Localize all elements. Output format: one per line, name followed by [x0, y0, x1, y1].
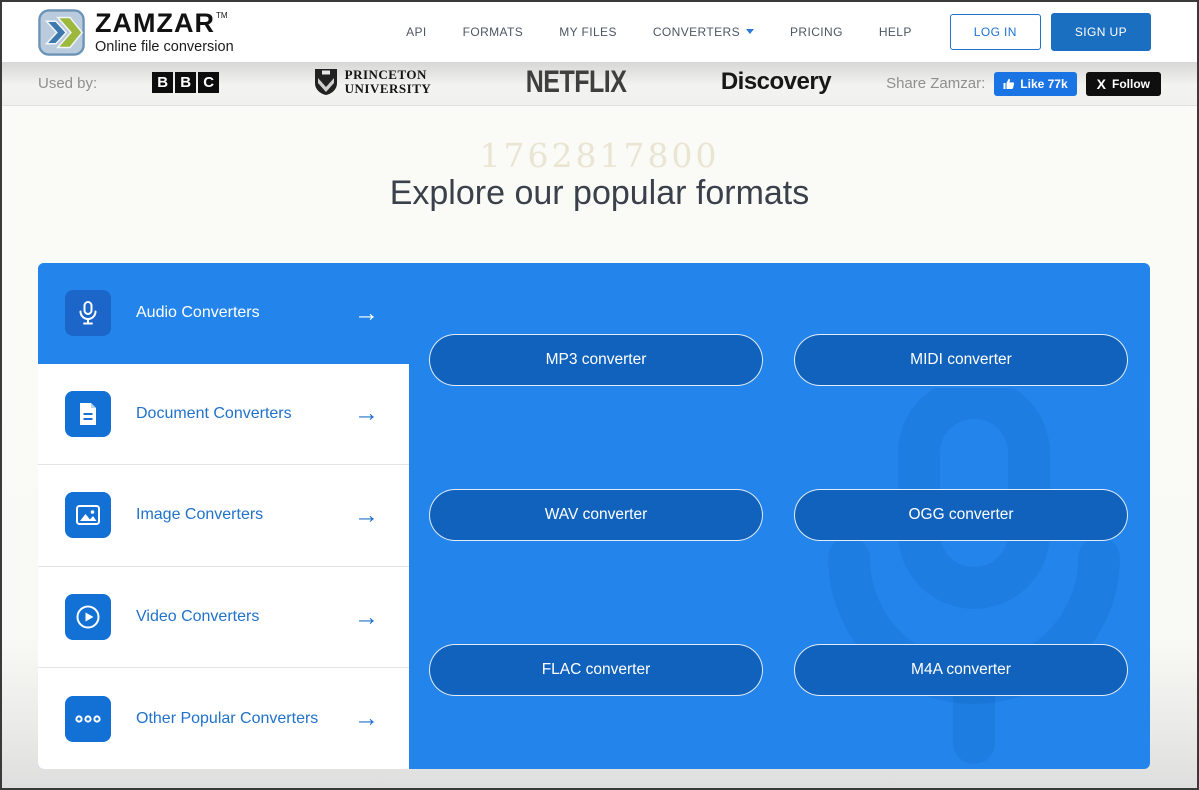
netflix-logo: NETFLIX: [525, 63, 627, 99]
sidebar-item-label: Video Converters: [136, 608, 260, 626]
arrow-right-icon: →: [354, 602, 379, 631]
x-logo-icon: X: [1096, 75, 1106, 92]
mp3-converter-button[interactable]: MP3 converter: [429, 334, 763, 386]
converter-categories-sidebar: Audio Converters → Document Converters →: [38, 263, 409, 769]
main-section: 1762817800 Explore our popular formats A…: [2, 106, 1197, 788]
share-zamzar: Share Zamzar: Like 77k X Follow: [886, 71, 1161, 96]
video-play-icon: [65, 594, 111, 641]
ellipsis-icon: [65, 695, 111, 742]
sidebar-item-image-converters[interactable]: Image Converters →: [38, 465, 409, 567]
microphone-icon: [65, 290, 111, 337]
princeton-shield-icon: [314, 69, 337, 95]
top-navbar: ZAMZAR TM Online file conversion API FOR…: [2, 2, 1197, 62]
sidebar-item-label: Image Converters: [136, 506, 264, 524]
nav-item-help[interactable]: HELP: [879, 25, 912, 39]
sidebar-item-label: Other Popular Converters: [136, 709, 319, 727]
wav-converter-button[interactable]: WAV converter: [429, 489, 763, 541]
nav-menu: API FORMATS MY FILES CONVERTERS PRICING …: [406, 25, 912, 39]
trademark-symbol: TM: [215, 10, 228, 20]
used-by-label: Used by:: [38, 75, 98, 92]
facebook-like-button[interactable]: Like 77k: [994, 71, 1077, 96]
arrow-right-icon: →: [354, 704, 379, 733]
zamzar-logo[interactable]: ZAMZAR TM Online file conversion: [38, 7, 234, 56]
like-count-label: Like 77k: [1020, 76, 1068, 91]
nav-item-converters[interactable]: CONVERTERS: [653, 25, 754, 39]
conversion-counter: 1762817800: [479, 136, 720, 175]
popular-formats-panel: Audio Converters → Document Converters →: [38, 263, 1150, 769]
bbc-logo: B B C: [152, 71, 220, 93]
chevron-down-icon: [746, 29, 754, 34]
arrow-right-icon: →: [354, 399, 379, 428]
converter-buttons-grid: MP3 converter MIDI converter WAV convert…: [409, 263, 1150, 696]
thumbs-up-icon: [1003, 78, 1015, 89]
sign-up-button[interactable]: SIGN UP: [1050, 13, 1151, 51]
princeton-text-line1: PRINCETON: [344, 66, 427, 82]
sidebar-item-audio-converters[interactable]: Audio Converters →: [38, 263, 409, 364]
princeton-text-line2: UNIVERSITY: [344, 81, 432, 96]
x-follow-button[interactable]: X Follow: [1085, 71, 1161, 96]
image-icon: [65, 492, 111, 539]
discovery-logo: Discovery: [720, 68, 832, 95]
zamzar-logo-icon: [38, 8, 85, 56]
sidebar-item-label: Audio Converters: [136, 304, 260, 322]
sidebar-item-other-popular-converters[interactable]: Other Popular Converters →: [38, 668, 409, 769]
used-by-bar: Used by: B B C PRINCETON UNIVERSITY NETF…: [2, 62, 1197, 106]
arrow-right-icon: →: [354, 500, 379, 529]
bbc-letter: C: [198, 71, 220, 93]
nav-item-pricing[interactable]: PRICING: [790, 25, 843, 39]
brand-tagline: Online file conversion: [95, 38, 234, 55]
sidebar-item-label: Document Converters: [136, 404, 292, 422]
sidebar-item-document-converters[interactable]: Document Converters →: [38, 363, 409, 466]
converters-content: MP3 converter MIDI converter WAV convert…: [409, 263, 1150, 769]
nav-item-api[interactable]: API: [406, 25, 427, 39]
m4a-converter-button[interactable]: M4A converter: [794, 644, 1128, 696]
brand-name: ZAMZAR: [95, 7, 215, 38]
bbc-letter: B: [175, 71, 197, 93]
midi-converter-button[interactable]: MIDI converter: [794, 334, 1128, 386]
document-icon: [65, 390, 111, 437]
ogg-converter-button[interactable]: OGG converter: [794, 489, 1128, 541]
princeton-logo: PRINCETON UNIVERSITY: [314, 66, 432, 97]
bbc-letter: B: [152, 71, 174, 93]
log-in-button[interactable]: LOG IN: [949, 14, 1041, 50]
share-label: Share Zamzar:: [886, 75, 986, 92]
flac-converter-button[interactable]: FLAC converter: [429, 644, 763, 696]
sidebar-item-video-converters[interactable]: Video Converters →: [38, 566, 409, 669]
arrow-right-icon: →: [354, 298, 379, 327]
page-title: Explore our popular formats: [389, 174, 810, 212]
follow-label: Follow: [1112, 76, 1150, 91]
partner-logos: B B C PRINCETON UNIVERSITY NETFLIX Disco…: [97, 64, 886, 99]
nav-item-my-files[interactable]: MY FILES: [559, 25, 617, 39]
nav-item-formats[interactable]: FORMATS: [463, 25, 524, 39]
